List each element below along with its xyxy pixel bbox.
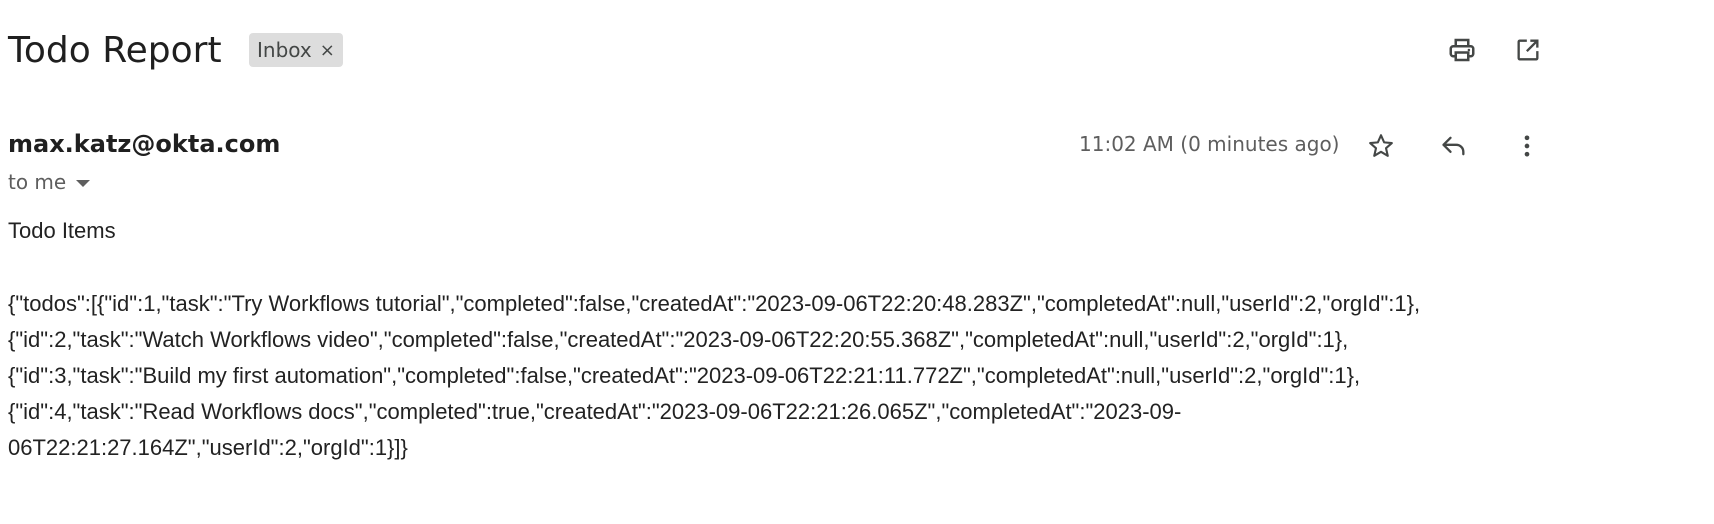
body-line: {"id":2,"task":"Watch Workflows video","… bbox=[8, 327, 1349, 352]
recipient-label: to me bbox=[8, 170, 67, 194]
open-in-new-window-icon[interactable] bbox=[1510, 32, 1546, 68]
recipient-details-toggle[interactable]: to me bbox=[8, 168, 91, 196]
email-subject: Todo Report bbox=[8, 30, 222, 71]
reply-icon[interactable] bbox=[1434, 126, 1474, 166]
email-body-title: Todo Items bbox=[8, 218, 116, 243]
body-line: {"id":4,"task":"Read Workflows docs","co… bbox=[8, 399, 1182, 424]
caret-down-icon bbox=[76, 179, 91, 187]
body-line: {"todos":[{"id":1,"task":"Try Workflows … bbox=[8, 291, 1421, 316]
remove-label-icon[interactable]: × bbox=[320, 40, 335, 61]
more-options-icon[interactable] bbox=[1507, 126, 1547, 166]
body-line: 06T22:21:27.164Z","userId":2,"orgId":1}]… bbox=[8, 435, 408, 460]
inbox-label-chip[interactable]: Inbox × bbox=[249, 33, 343, 67]
email-timestamp: 11:02 AM (0 minutes ago) bbox=[1079, 132, 1340, 156]
body-line: {"id":3,"task":"Build my first automatio… bbox=[8, 363, 1361, 388]
star-icon[interactable] bbox=[1361, 126, 1401, 166]
label-text: Inbox bbox=[257, 38, 312, 62]
print-icon[interactable] bbox=[1444, 32, 1480, 68]
sender-address[interactable]: max.katz@okta.com bbox=[8, 128, 280, 160]
email-body-json: {"todos":[{"id":1,"task":"Try Workflows … bbox=[8, 286, 1608, 466]
